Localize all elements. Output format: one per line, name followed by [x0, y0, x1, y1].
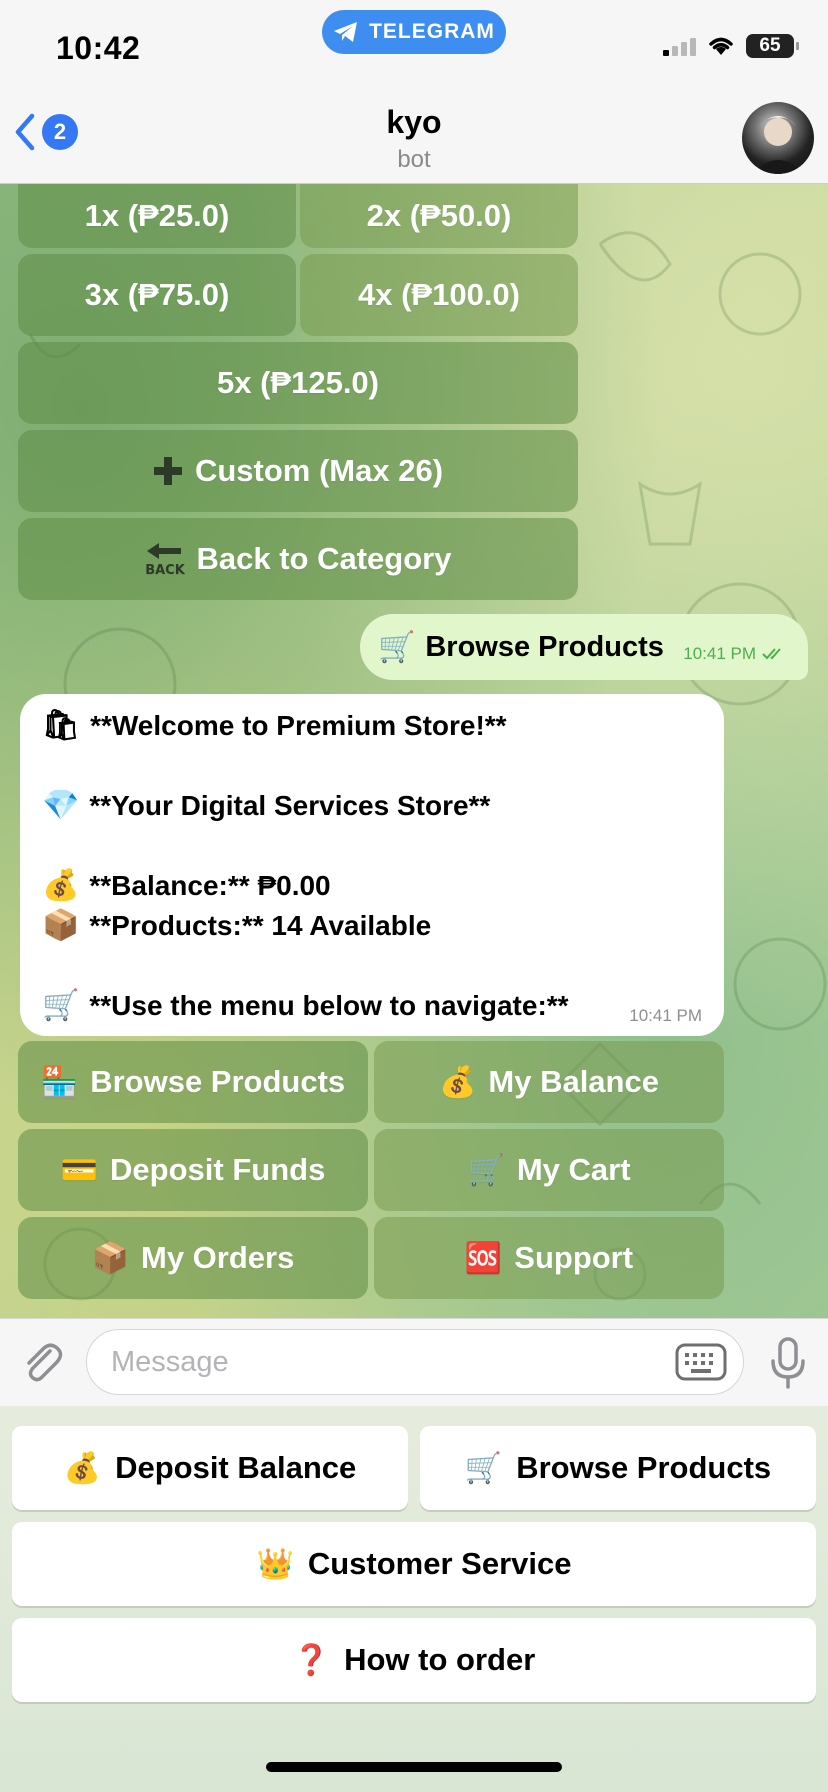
products-count-text: **Products:** 14 Available [89, 909, 432, 941]
menu-my-balance-label: My Balance [488, 1064, 659, 1099]
store-subtitle-text: **Your Digital Services Store** [89, 789, 491, 821]
shopping-bags-icon: 🛍 [42, 708, 81, 743]
message-line: 💰 **Balance:** ₱0.00 [42, 868, 331, 903]
cellular-signal-icon [663, 36, 696, 56]
paperclip-icon[interactable] [20, 1337, 64, 1387]
quantity-1x-label: 1x (₱25.0) [84, 198, 230, 233]
cart-icon: 🛒 [42, 988, 80, 1023]
reply-browse-products-label: Browse Products [516, 1450, 772, 1485]
bot-avatar[interactable] [742, 102, 814, 174]
menu-my-cart-button[interactable]: 🛒 My Cart [374, 1129, 724, 1211]
status-icons: 65 [663, 34, 799, 58]
quantity-4x-label: 4x (₱100.0) [358, 277, 520, 312]
package-icon: 📦 [91, 1240, 129, 1276]
how-to-order-button[interactable]: ❓ How to order [12, 1618, 816, 1702]
wifi-icon [709, 37, 733, 55]
welcome-text: **Welcome to Premium Store!** [90, 709, 507, 741]
store-icon: 🏪 [40, 1064, 79, 1100]
credit-card-icon: 💳 [60, 1152, 99, 1188]
package-icon: 📦 [42, 908, 80, 943]
back-to-category-label: Back to Category [196, 541, 452, 576]
message-line: 🛒 **Use the menu below to navigate:** [42, 988, 569, 1023]
message-line: 💎 **Your Digital Services Store** [42, 788, 490, 823]
cart-icon: 🛒 [378, 629, 416, 665]
customer-service-button[interactable]: 👑 Customer Service [12, 1522, 816, 1606]
cart-icon: 🛒 [464, 1450, 503, 1486]
menu-browse-products-label: Browse Products [90, 1064, 346, 1099]
menu-support-label: Support [514, 1240, 634, 1275]
menu-browse-products-button[interactable]: 🏪 Browse Products [18, 1041, 368, 1123]
money-bag-icon: 💰 [63, 1450, 102, 1486]
quantity-1x-button[interactable]: 1x (₱25.0) [18, 184, 296, 248]
menu-my-orders-button[interactable]: 📦 My Orders [18, 1217, 368, 1299]
crown-icon: 👑 [256, 1546, 294, 1582]
quantity-5x-button[interactable]: 5x (₱125.0) [18, 342, 578, 424]
outgoing-message-time: 10:41 PM [683, 644, 756, 663]
menu-deposit-funds-label: Deposit Funds [110, 1152, 326, 1187]
menu-support-button[interactable]: 🆘 Support [374, 1217, 724, 1299]
quantity-3x-label: 3x (₱75.0) [84, 277, 230, 312]
status-bar: 10:42 TELEGRAM 65 [0, 0, 828, 90]
balance-text: **Balance:** ₱0.00 [89, 869, 331, 901]
quantity-2x-button[interactable]: 2x (₱50.0) [300, 184, 578, 248]
plus-icon [153, 457, 182, 485]
question-mark-icon: ❓ [292, 1642, 331, 1678]
microphone-icon[interactable] [770, 1337, 806, 1389]
quantity-5x-label: 5x (₱125.0) [217, 365, 379, 400]
double-check-icon [762, 648, 781, 660]
how-to-order-label: How to order [344, 1642, 536, 1677]
back-to-category-button[interactable]: BACK Back to Category [18, 518, 578, 600]
outgoing-message-text: Browse Products [425, 630, 664, 663]
custom-quantity-button[interactable]: Custom (Max 26) [18, 430, 578, 512]
message-input-bar [0, 1318, 828, 1406]
menu-deposit-funds-button[interactable]: 💳 Deposit Funds [18, 1129, 368, 1211]
sos-icon: 🆘 [464, 1240, 503, 1276]
status-time: 10:42 [56, 30, 141, 66]
customer-service-label: Customer Service [307, 1546, 572, 1581]
avatar-photo-icon [752, 116, 804, 174]
return-to-telegram-pill[interactable]: TELEGRAM [322, 10, 506, 54]
message-input[interactable] [87, 1330, 647, 1394]
custom-quantity-label: Custom (Max 26) [194, 453, 444, 488]
telegram-plane-icon [334, 22, 358, 42]
deposit-balance-label: Deposit Balance [115, 1450, 357, 1485]
message-line: 🛍 **Welcome to Premium Store!** [42, 708, 507, 743]
incoming-message: 🛍 **Welcome to Premium Store!** 💎 **Your… [20, 694, 724, 1036]
svg-text:BACK: BACK [145, 563, 185, 576]
outgoing-message: 🛒 Browse Products 10:41 PM [360, 614, 808, 680]
battery-level: 65 [759, 35, 781, 56]
outgoing-message-meta: 10:41 PM [683, 644, 786, 664]
bot-keyboard-icon[interactable] [675, 1343, 727, 1381]
menu-my-balance-button[interactable]: 💰 My Balance [374, 1041, 724, 1123]
deposit-balance-button[interactable]: 💰 Deposit Balance [12, 1426, 408, 1510]
message-line: 📦 **Products:** 14 Available [42, 908, 431, 943]
reply-keyboard: 💰 Deposit Balance 🛒 Browse Products 👑 Cu… [0, 1406, 828, 1792]
money-bag-icon: 💰 [42, 868, 80, 903]
battery-icon: 65 [746, 34, 799, 58]
message-field[interactable] [86, 1329, 744, 1395]
quantity-4x-button[interactable]: 4x (₱100.0) [300, 254, 578, 336]
chat-subtitle: bot [397, 146, 431, 173]
money-bag-icon: 💰 [439, 1064, 477, 1100]
incoming-message-time: 10:41 PM [629, 1006, 702, 1025]
telegram-pill-label: TELEGRAM [369, 20, 495, 43]
quantity-2x-label: 2x (₱50.0) [366, 198, 512, 233]
home-indicator [266, 1762, 562, 1772]
reply-browse-products-button[interactable]: 🛒 Browse Products [420, 1426, 816, 1510]
gem-icon: 💎 [42, 788, 80, 823]
navigate-hint-text: **Use the menu below to navigate:** [89, 989, 569, 1021]
quantity-3x-button[interactable]: 3x (₱75.0) [18, 254, 296, 336]
chat-title[interactable]: kyo [0, 104, 828, 141]
back-arrow-icon: BACK [145, 543, 185, 576]
chat-header: 2 kyo bot [0, 90, 828, 184]
cart-icon: 🛒 [467, 1152, 505, 1188]
menu-my-orders-label: My Orders [141, 1240, 295, 1275]
menu-my-cart-label: My Cart [516, 1152, 631, 1187]
